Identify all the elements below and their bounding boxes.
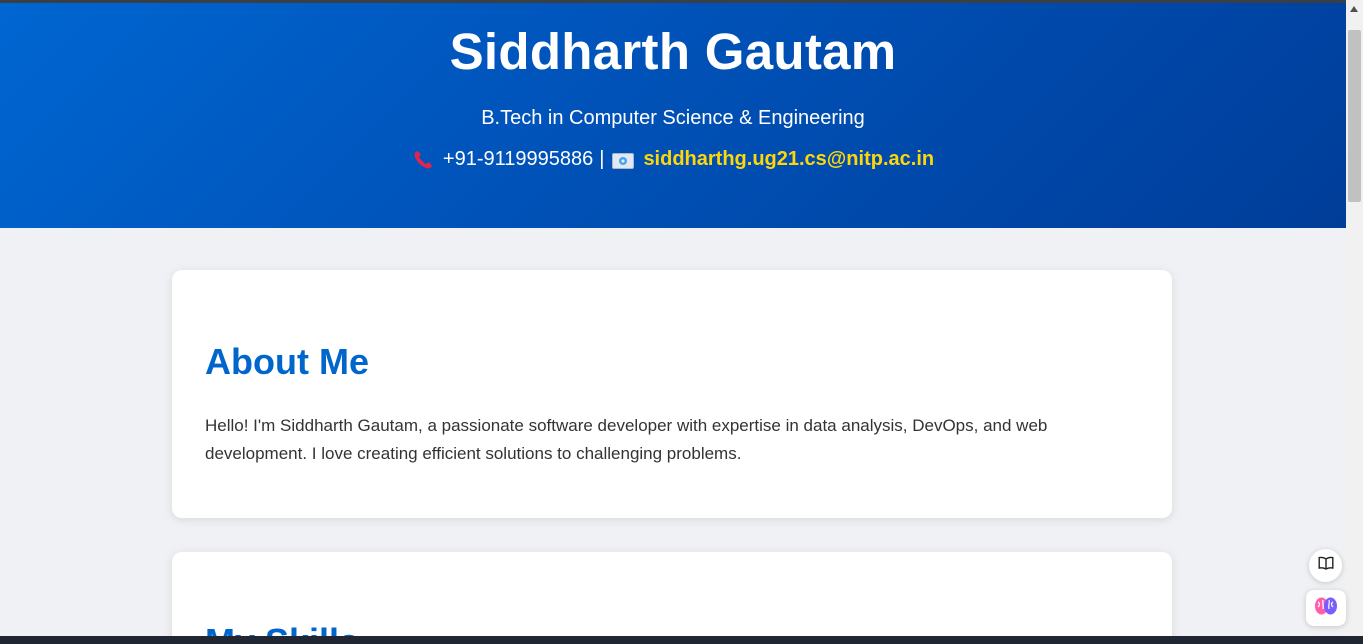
os-taskbar [0,636,1363,644]
brain-icon [1314,595,1338,622]
contact-line: +91-9119995886 | siddharthg.ug21.cs@nitp… [0,148,1346,171]
profile-name: Siddharth Gautam [449,23,897,80]
email-link[interactable]: siddharthg.ug21.cs@nitp.ac.in [643,148,934,171]
about-text: Hello! I'm Siddharth Gautam, a passionat… [205,416,1048,463]
about-title: About Me [205,341,369,382]
page-scrollbar[interactable] [1346,0,1363,636]
assistant-button[interactable] [1306,590,1346,626]
profile-degree: B.Tech in Computer Science & Engineering [481,107,865,129]
profile-header: Siddharth Gautam B.Tech in Computer Scie… [0,3,1346,228]
scroll-thumb[interactable] [1348,30,1361,202]
scroll-up-arrow-icon[interactable] [1350,6,1358,12]
reader-mode-button[interactable] [1309,549,1342,582]
contact-separator: | [599,148,605,170]
skills-card: My Skills [172,552,1172,644]
envelope-icon [612,152,635,169]
about-card: About Me Hello! I'm Siddharth Gautam, a … [172,270,1172,518]
book-icon [1318,556,1334,575]
phone-number: +91-9119995886 [442,148,594,170]
phone-icon [412,149,434,171]
